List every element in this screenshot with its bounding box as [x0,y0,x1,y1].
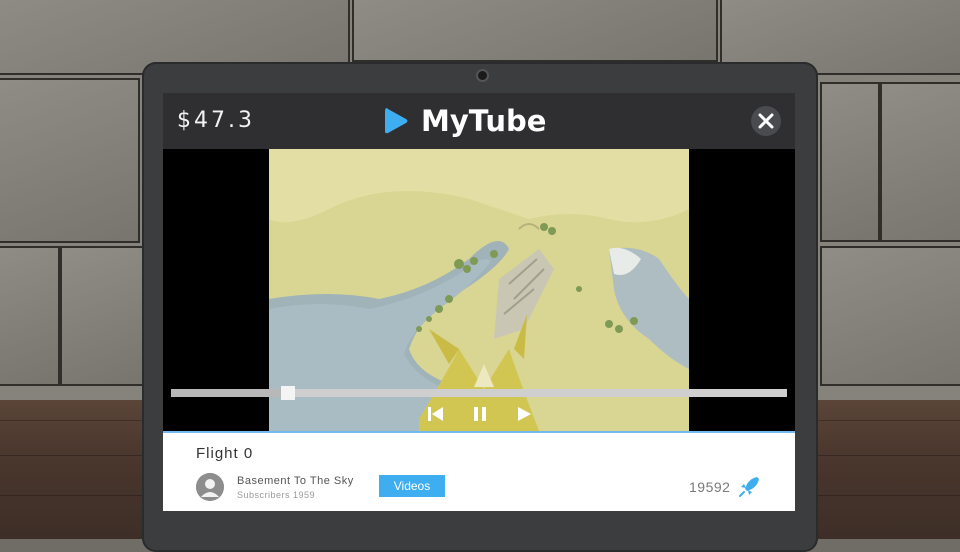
play-button[interactable] [513,403,535,425]
view-count: 19592 [689,479,731,495]
pause-button[interactable] [469,403,491,425]
brick [352,0,718,62]
skip-back-icon [428,407,443,421]
close-button[interactable] [751,106,781,136]
brick [0,246,60,386]
mytube-screen: $47.3 MyTube Flight 0 Basement To The Sk… [163,93,795,511]
video-info-panel: Flight 0 Basement To The Sky Subscribers… [163,431,795,511]
play-icon [518,407,531,421]
channel-name[interactable]: Basement To The Sky [237,475,354,487]
user-avatar-icon [196,473,224,501]
channel-avatar[interactable] [196,473,224,501]
brick [820,82,880,242]
brick [880,82,960,242]
skip-back-button[interactable] [425,403,447,425]
progress-bar[interactable] [171,386,787,400]
money-display: $47.3 [177,108,255,133]
app-name: MyTube [421,104,547,138]
top-bar: $47.3 MyTube [163,93,795,149]
pause-icon [474,407,486,421]
subscriber-count: Subscribers 1959 [237,490,316,500]
brick [0,78,140,243]
video-title: Flight 0 [196,445,254,462]
app-logo: MyTube [383,104,547,138]
brick [60,246,144,386]
videos-button[interactable]: Videos [379,475,445,497]
close-icon [758,113,774,129]
camera-icon [476,69,489,82]
progress-fill [171,389,289,397]
rocket-icon [739,477,759,497]
progress-handle[interactable] [281,386,296,400]
playback-controls [425,403,535,425]
brick [820,246,960,386]
play-logo-icon [385,108,408,134]
